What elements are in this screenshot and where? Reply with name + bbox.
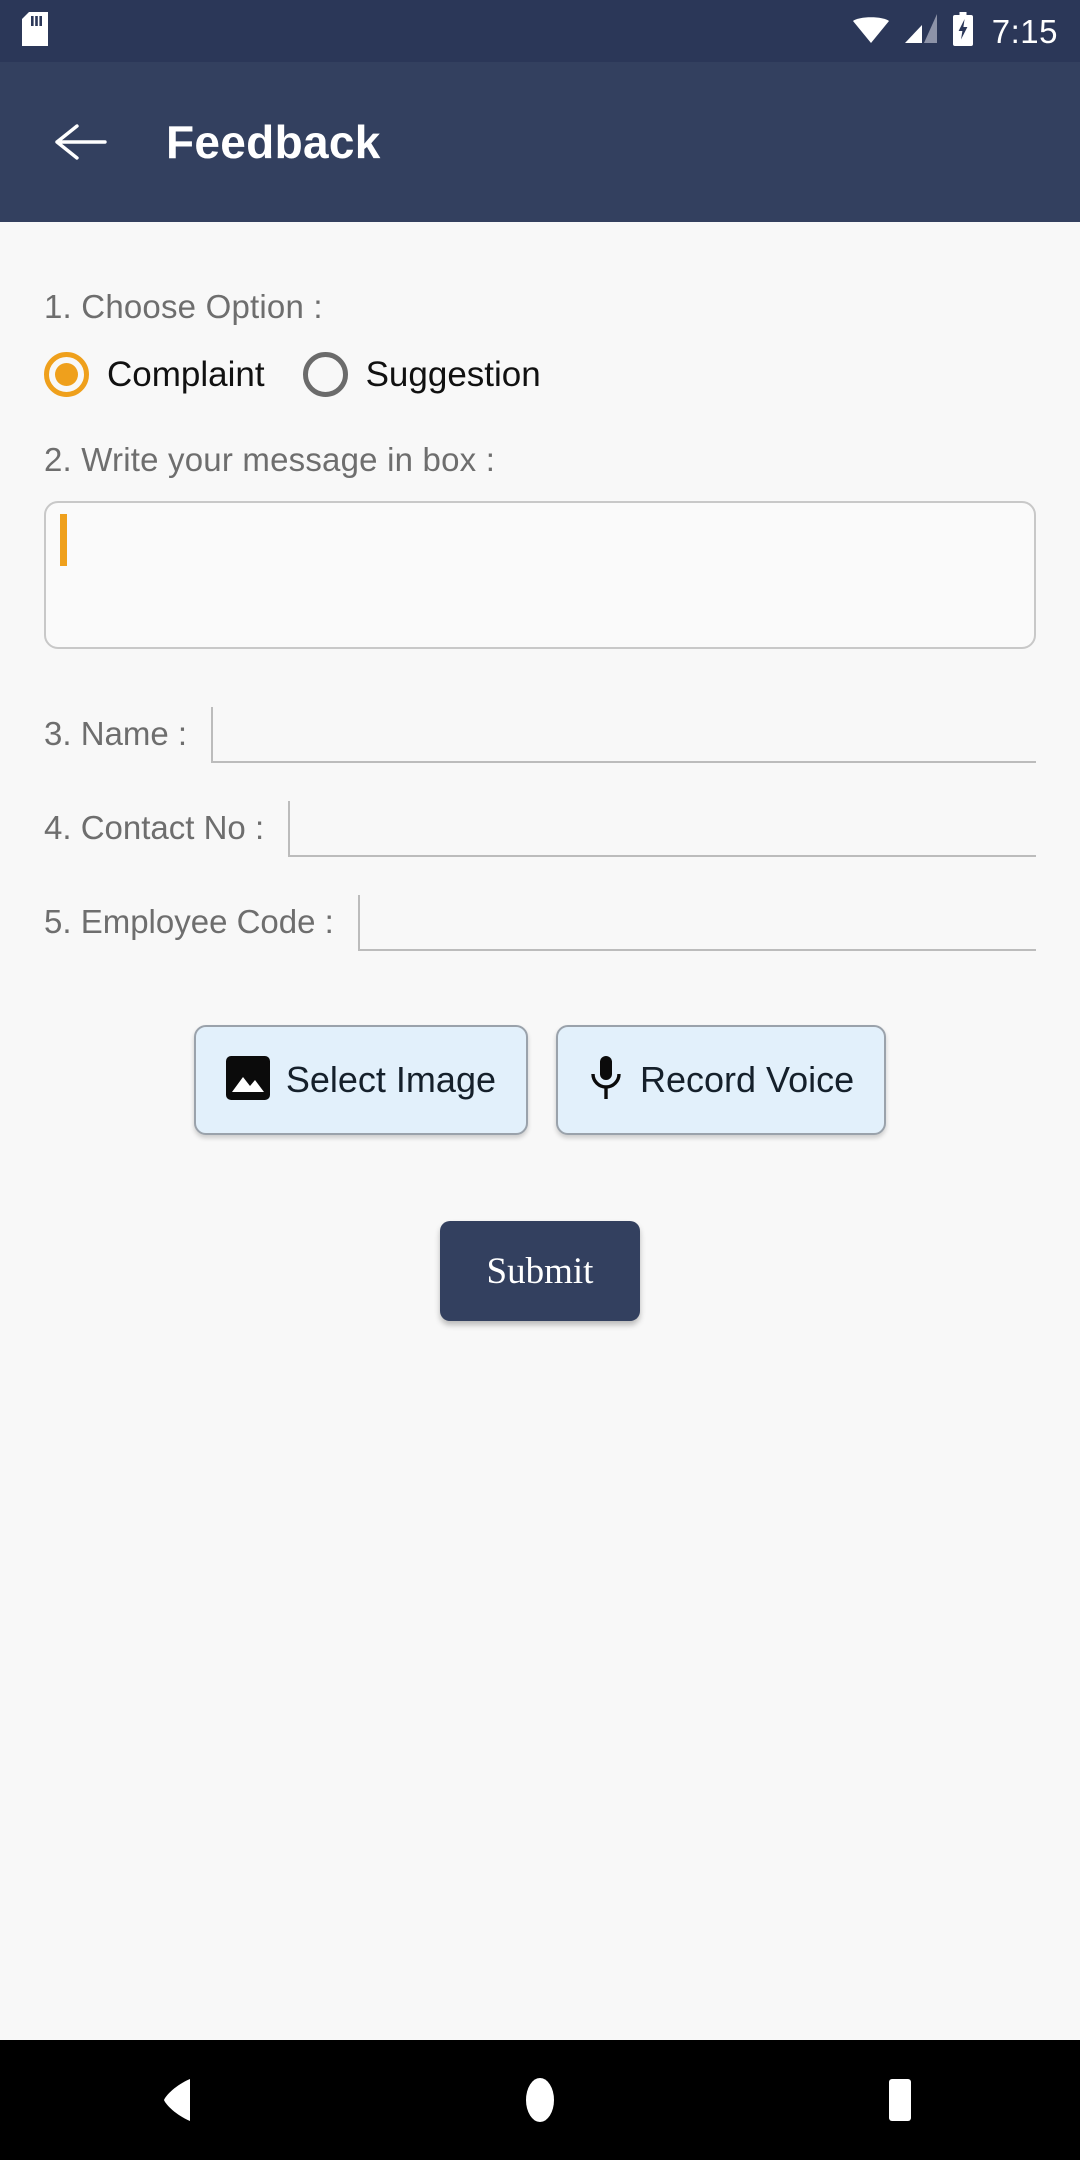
radio-label-suggestion: Suggestion (365, 354, 541, 394)
nav-home-button[interactable] (480, 2040, 600, 2160)
employee-code-field-row: 5. Employee Code : (44, 895, 1036, 951)
radio-dot (55, 363, 78, 386)
nav-home-icon (526, 2078, 554, 2122)
sd-card-icon (22, 11, 48, 51)
radio-selected-icon (44, 352, 89, 397)
app-bar: Feedback (0, 62, 1080, 222)
employee-code-input[interactable] (357, 895, 1036, 951)
nav-back-button[interactable] (120, 2040, 240, 2160)
back-button[interactable] (46, 107, 116, 177)
nav-back-icon (164, 2079, 190, 2121)
page-title: Feedback (166, 116, 381, 168)
image-icon (225, 1055, 270, 1105)
select-image-button[interactable]: Select Image (193, 1025, 528, 1135)
nav-recents-icon (889, 2079, 911, 2121)
record-voice-label: Record Voice (640, 1059, 855, 1100)
message-textarea[interactable] (44, 501, 1036, 649)
contact-input[interactable] (288, 801, 1036, 857)
status-bar-clock: 7:15 (991, 12, 1058, 50)
option-radio-group: Complaint Suggestion (44, 352, 1036, 397)
android-navigation-bar (0, 2040, 1080, 2160)
choose-option-label: 1. Choose Option : (44, 288, 323, 325)
status-bar-right: 7:15 (852, 11, 1058, 51)
microphone-icon (588, 1054, 624, 1107)
arrow-left-icon (55, 124, 107, 160)
record-voice-button[interactable]: Record Voice (556, 1025, 887, 1135)
signal-cellular-icon (904, 13, 938, 49)
name-input[interactable] (211, 707, 1036, 763)
contact-field-row: 4. Contact No : (44, 801, 1036, 857)
employee-code-label: 5. Employee Code : (44, 903, 334, 940)
feedback-form: 1. Choose Option : Complaint Suggestion … (0, 222, 1080, 2040)
wifi-icon (852, 14, 890, 49)
select-image-label: Select Image (285, 1059, 496, 1100)
status-bar-left (22, 11, 48, 51)
radio-unselected-icon (302, 352, 348, 397)
status-bar: 7:15 (0, 0, 1080, 62)
text-caret (60, 514, 67, 566)
submit-button[interactable]: Submit (440, 1221, 640, 1321)
nav-recents-button[interactable] (840, 2040, 960, 2160)
name-label: 3. Name : (44, 715, 188, 752)
media-buttons-row: Select Image Record Voice (44, 1025, 1036, 1135)
radio-option-suggestion[interactable]: Suggestion (302, 352, 541, 397)
name-field-row: 3. Name : (44, 707, 1036, 763)
submit-row: Submit (44, 1221, 1036, 1321)
contact-label: 4. Contact No : (44, 809, 265, 846)
radio-option-complaint[interactable]: Complaint (44, 352, 265, 397)
message-label: 2. Write your message in box : (44, 441, 496, 478)
radio-label-complaint: Complaint (107, 354, 265, 394)
battery-charging-icon (952, 11, 974, 51)
